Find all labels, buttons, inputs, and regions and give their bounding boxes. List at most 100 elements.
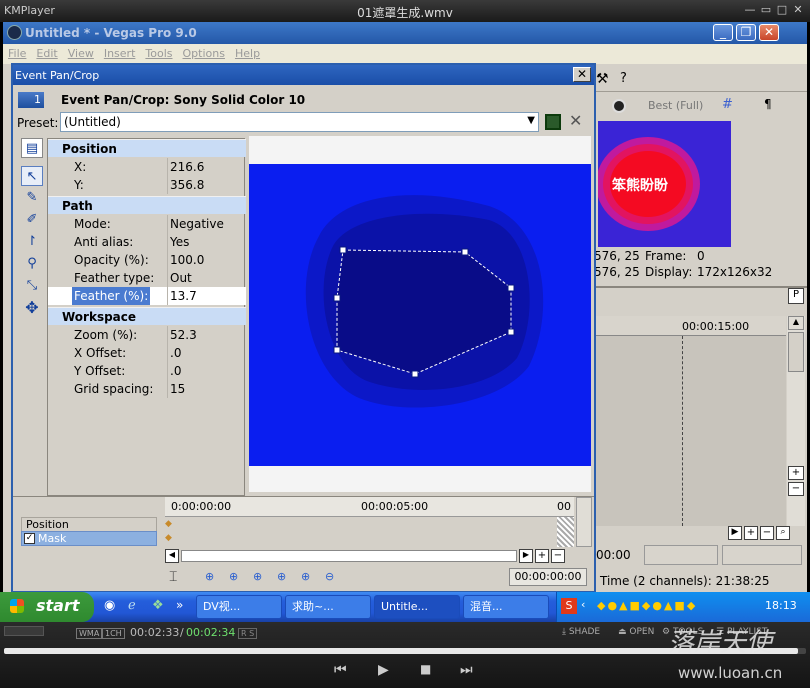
section-position[interactable]: Position [48, 139, 246, 157]
prop-anti-alias[interactable]: Anti alias: Yes [48, 233, 246, 251]
preview-options-bar: Best (Full) # ¶ [590, 94, 807, 118]
kmplayer-controlbar: WMA 1CH 00:02:33 / 00:02:34 R S ⤓ SHADE … [0, 622, 810, 688]
km-minimize-button[interactable]: — [742, 3, 758, 17]
tray-app-icons[interactable]: ◆●▲■◆●▲■◆ [597, 599, 697, 612]
vegas-titlebar: Untitled * - Vegas Pro 9.0 _ ❐ ✕ [3, 22, 807, 44]
record-time: Time (2 channels): 21:38:25 [600, 574, 770, 588]
tray-expand-icon[interactable]: ‹ [581, 598, 585, 611]
km-close-button[interactable]: ✕ [790, 3, 806, 17]
ruler-time-0: 0:00:00:00 [171, 500, 232, 513]
section-workspace[interactable]: Workspace [48, 307, 246, 325]
anchor-add-tool-icon[interactable]: ✐ [21, 210, 43, 230]
volume-meter[interactable] [4, 626, 44, 636]
menu-insert[interactable]: Insert [104, 47, 136, 60]
mask-canvas[interactable] [249, 136, 591, 492]
prop-mode[interactable]: Mode: Negative [48, 215, 246, 233]
show-desktop-icon[interactable]: ◉ [104, 598, 115, 613]
prop-feather-type[interactable]: Feather type: Out [48, 269, 246, 287]
prev-keyframe-icon[interactable]: ⊕ [229, 570, 238, 583]
prop-feather[interactable]: Feather (%): 13.7 [48, 287, 246, 305]
sync-cursor-icon[interactable]: ⌶ [169, 569, 177, 585]
show-properties-icon[interactable]: ▤ [21, 138, 43, 158]
preview-toolbar: ⚒ ? [590, 66, 807, 92]
grid-icon[interactable]: # [722, 97, 733, 112]
delete-keyframe-icon[interactable]: ⊕ [277, 570, 286, 583]
delete-anchor-tool-icon[interactable]: ⤡ [21, 276, 43, 296]
start-button[interactable]: start [0, 592, 94, 622]
preset-dropdown[interactable]: (Untitled) ▼ [60, 112, 539, 132]
vegas-restore-button[interactable]: ❐ [736, 24, 756, 41]
prop-x[interactable]: X: 216.6 [48, 158, 246, 176]
save-preset-icon[interactable] [545, 114, 561, 130]
shade-button[interactable]: ⤓ SHADE [562, 627, 600, 637]
stop-icon[interactable]: ■ [420, 662, 431, 676]
ruler-time-end: 00 [557, 500, 571, 513]
preview-quality-dropdown[interactable]: Best (Full) [648, 99, 703, 112]
help-cursor-icon[interactable]: ? [620, 71, 627, 86]
anchor-creation-tool-icon[interactable]: ✎ [21, 188, 43, 208]
zoom-tool-icon[interactable]: ⚲ [21, 254, 43, 274]
menu-tools[interactable]: Tools [145, 47, 172, 60]
open-button[interactable]: ⏏ OPEN [618, 627, 654, 637]
quicklaunch-icon[interactable]: ❖ [152, 598, 164, 613]
section-path[interactable]: Path [48, 196, 246, 214]
keyframe-vscroll[interactable] [576, 497, 592, 547]
dialog-close-button[interactable]: ✕ [573, 67, 591, 82]
vegas-minimize-button[interactable]: _ [713, 24, 733, 41]
keyframe-hscroll[interactable]: ◀ ▶ + − [165, 549, 592, 565]
menu-file[interactable]: File [8, 47, 26, 60]
windows-taskbar: start ◉ ℯ ❖ » DV视... 求助~... Untitle... 混… [0, 592, 810, 622]
video-preview: 笨熊盼盼 [598, 121, 731, 247]
magic-wand-icon[interactable]: ⚒ [596, 71, 609, 87]
first-keyframe-icon[interactable]: ⊕ [205, 570, 214, 583]
keyframe-lanes[interactable]: ◆ ◆ [165, 517, 574, 547]
rs-badge: R S [238, 628, 258, 639]
km-restore-button[interactable]: ▭ [758, 3, 774, 17]
preview-mode-icon[interactable] [612, 99, 626, 113]
quicklaunch-more-icon[interactable]: » [176, 598, 183, 612]
prop-y-offset[interactable]: Y Offset: .0 [48, 362, 246, 380]
previous-icon[interactable]: ⏮ [334, 662, 347, 678]
menu-edit[interactable]: Edit [36, 47, 57, 60]
mask-workspace[interactable] [249, 136, 591, 492]
chevron-down-icon[interactable]: ▼ [527, 115, 535, 126]
add-keyframe-icon[interactable]: ⊕ [253, 570, 262, 583]
mask-checkbox[interactable]: ✓ [24, 533, 35, 544]
normal-edit-tool-icon[interactable]: ↖ [21, 166, 43, 186]
task-vegas[interactable]: Untitle... [374, 595, 460, 619]
play-icon[interactable]: ▶ [378, 662, 389, 678]
prop-opacity[interactable]: Opacity (%): 100.0 [48, 251, 246, 269]
feather-input: 13.7 [167, 287, 246, 305]
zoom-icon[interactable]: ⌕ [776, 526, 790, 540]
track-mask[interactable]: ✓ Mask [21, 531, 157, 546]
tray-s-icon[interactable]: S [561, 598, 577, 614]
timeline-pin-button[interactable]: P [788, 288, 804, 304]
next-icon[interactable]: ⏭ [460, 662, 473, 678]
km-maximize-button[interactable]: □ [774, 3, 790, 17]
pin-icon[interactable]: ¶ [764, 97, 772, 111]
keyframe-time-display: 00:00:00:00 [509, 568, 587, 586]
last-keyframe-icon[interactable]: ⊖ [325, 570, 334, 583]
move-tool-icon[interactable]: ✥ [21, 298, 43, 318]
menu-view[interactable]: View [68, 47, 94, 60]
kmplayer-titlebar: KMPlayer 01遮罩生成.wmv — ▭ □ ✕ [0, 0, 810, 22]
dialog-title: Event Pan/Crop [15, 69, 100, 82]
prop-y[interactable]: Y: 356.8 [48, 176, 246, 194]
prop-zoom[interactable]: Zoom (%): 52.3 [48, 326, 246, 344]
track-position[interactable]: Position [21, 517, 157, 532]
ie-icon[interactable]: ℯ [128, 598, 136, 613]
next-keyframe-icon[interactable]: ⊕ [301, 570, 310, 583]
delete-preset-icon[interactable]: ✕ [569, 111, 582, 130]
task-dv[interactable]: DV视... [196, 595, 282, 619]
menu-options[interactable]: Options [183, 47, 225, 60]
vegas-close-button[interactable]: ✕ [759, 24, 779, 41]
split-tool-icon[interactable]: ↾ [21, 232, 43, 252]
task-mixer[interactable]: 混音... [463, 595, 549, 619]
timeline-hscroll[interactable]: ▶ + − ⌕ [590, 524, 807, 542]
prop-grid-spacing[interactable]: Grid spacing: 15 [48, 380, 246, 398]
timeline-vscroll[interactable]: ▲ + − [787, 316, 805, 526]
channel-badge: 1CH [102, 628, 125, 639]
task-help[interactable]: 求助~... [285, 595, 371, 619]
prop-x-offset[interactable]: X Offset: .0 [48, 344, 246, 362]
menu-help[interactable]: Help [235, 47, 260, 60]
